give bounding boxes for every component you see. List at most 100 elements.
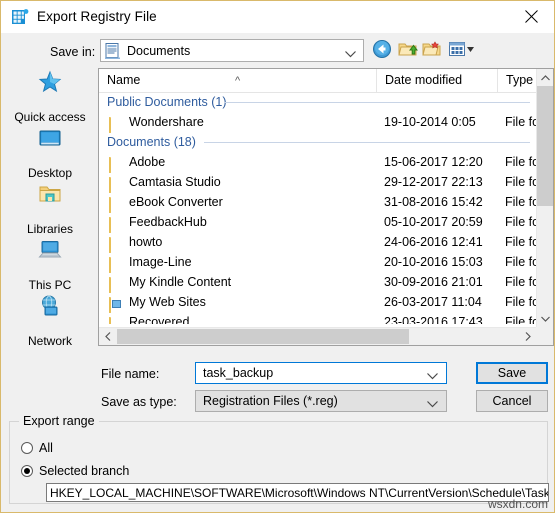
file-type: File fol <box>505 315 536 324</box>
scroll-left-icon[interactable] <box>99 328 116 345</box>
file-name-value: task_backup <box>203 366 274 380</box>
file-name: My Kindle Content <box>129 275 232 289</box>
export-registry-file-dialog: Export Registry File Save in: Documents <box>0 0 555 513</box>
column-label: Name <box>107 73 141 87</box>
window-title: Export Registry File <box>37 9 157 24</box>
scroll-up-icon[interactable] <box>537 69 553 86</box>
place-this-pc[interactable]: This PC <box>6 236 94 292</box>
title-bar: Export Registry File <box>1 1 554 34</box>
table-row[interactable]: Camtasia Studio 29-12-2017 22:13 File fo… <box>99 172 536 193</box>
star-icon <box>38 70 62 94</box>
views-button[interactable] <box>448 39 478 62</box>
save-as-type-select[interactable]: Registration Files (*.reg) <box>195 390 447 412</box>
save-as-type-label: Save as type: <box>101 395 177 409</box>
radio-selected-icon <box>21 465 33 477</box>
folder-icon <box>109 255 124 273</box>
file-date: 19-10-2014 0:05 <box>384 115 476 129</box>
place-libraries[interactable]: Libraries <box>6 180 94 236</box>
file-date: 30-09-2016 21:01 <box>384 275 483 289</box>
table-row[interactable]: Wondershare 19-10-2014 0:05 File fol <box>99 112 536 133</box>
file-type: File fol <box>505 235 536 249</box>
file-date: 31-08-2016 15:42 <box>384 195 483 209</box>
file-name: FeedbackHub <box>129 215 207 229</box>
table-row[interactable]: Image-Line 20-10-2016 15:03 File fol <box>99 252 536 273</box>
horizontal-scrollbar[interactable] <box>99 327 536 345</box>
place-label: Desktop <box>27 166 73 180</box>
close-button[interactable] <box>508 1 554 32</box>
place-label: Libraries <box>26 222 74 236</box>
table-row[interactable]: Adobe 15-06-2017 12:20 File fol <box>99 152 536 173</box>
group-rule <box>224 102 530 103</box>
file-type: File fol <box>505 215 536 229</box>
back-button[interactable] <box>372 39 396 62</box>
chevron-down-icon <box>345 47 356 61</box>
file-date: 26-03-2017 11:04 <box>384 295 482 309</box>
file-type: File fol <box>505 295 536 309</box>
folder-icon <box>109 175 124 193</box>
branch-path-value: HKEY_LOCAL_MACHINE\SOFTWARE\Microsoft\Wi… <box>50 486 549 500</box>
radio-all-label: All <box>39 441 53 455</box>
file-name: Recovered <box>129 315 190 324</box>
folder-icon <box>109 235 124 253</box>
file-type: File fol <box>505 155 536 169</box>
table-row[interactable]: My Kindle Content 30-09-2016 21:01 File … <box>99 272 536 293</box>
cancel-button[interactable]: Cancel <box>476 390 548 412</box>
column-header-row: Name ^ Date modified Type <box>99 69 553 93</box>
horizontal-scrollbar-thumb[interactable] <box>117 329 409 344</box>
column-label: Type <box>506 73 534 87</box>
save-in-combo[interactable]: Documents <box>100 39 364 62</box>
computer-icon <box>38 238 62 262</box>
export-range-title: Export range <box>19 414 99 428</box>
file-name: Camtasia Studio <box>129 175 221 189</box>
file-list-panel: Name ^ Date modified Type Public Documen… <box>98 68 554 346</box>
column-label: Date modified <box>385 73 463 87</box>
group-rule <box>204 142 530 143</box>
table-row[interactable]: howto 24-06-2016 12:41 File fol <box>99 232 536 253</box>
up-one-level-button[interactable] <box>398 39 422 62</box>
monitor-icon <box>38 126 62 150</box>
file-name: Wondershare <box>129 115 204 129</box>
file-date: 15-06-2017 12:20 <box>384 155 483 169</box>
file-name-input[interactable]: task_backup <box>195 362 447 384</box>
place-quick-access[interactable]: Quick access <box>6 68 94 124</box>
table-row[interactable]: FeedbackHub 05-10-2017 20:59 File fol <box>99 212 536 233</box>
documents-folder-icon <box>105 43 120 59</box>
group-header[interactable]: Documents (18) <box>99 132 536 152</box>
registry-icon <box>12 9 29 25</box>
save-as-type-value: Registration Files (*.reg) <box>203 394 338 408</box>
radio-icon <box>21 442 33 454</box>
column-header-date-modified[interactable]: Date modified <box>376 69 497 92</box>
save-in-value: Documents <box>127 44 191 58</box>
vertical-scrollbar-thumb[interactable] <box>537 86 553 206</box>
place-desktop[interactable]: Desktop <box>6 124 94 180</box>
file-date: 20-10-2016 15:03 <box>384 255 483 269</box>
file-name-label: File name: <box>101 367 160 381</box>
table-row[interactable]: My Web Sites 26-03-2017 11:04 File fol <box>99 292 536 313</box>
place-network[interactable]: Network <box>6 292 94 348</box>
table-row[interactable]: eBook Converter 31-08-2016 15:42 File fo… <box>99 192 536 213</box>
places-bar: Quick access Desktop Libraries This PC N… <box>6 68 94 348</box>
save-in-label: Save in: <box>50 45 96 59</box>
file-type: File fol <box>505 275 536 289</box>
place-label: Quick access <box>14 110 86 124</box>
chevron-down-icon[interactable] <box>427 397 438 411</box>
scroll-right-icon[interactable] <box>519 328 536 345</box>
branch-path-input[interactable]: HKEY_LOCAL_MACHINE\SOFTWARE\Microsoft\Wi… <box>46 483 549 502</box>
group-header[interactable]: Public Documents (1) <box>99 92 536 112</box>
scroll-down-icon[interactable] <box>537 310 553 327</box>
vertical-scrollbar[interactable] <box>536 69 553 345</box>
sort-ascending-icon: ^ <box>235 75 241 87</box>
file-type: File fol <box>505 255 536 269</box>
file-date: 24-06-2016 12:41 <box>384 235 483 249</box>
table-row[interactable]: Recovered 23-03-2016 17:43 File fol <box>99 312 536 324</box>
place-label: This PC <box>28 278 72 292</box>
chevron-down-icon[interactable] <box>427 369 438 383</box>
file-name: My Web Sites <box>129 295 206 309</box>
new-folder-button[interactable] <box>422 39 446 62</box>
group-header-label: Documents (18) <box>107 135 196 149</box>
radio-selected-branch-label: Selected branch <box>39 464 130 478</box>
file-name: Adobe <box>129 155 166 169</box>
column-header-name[interactable]: Name ^ <box>99 69 376 92</box>
file-name: Image-Line <box>129 255 192 269</box>
save-button[interactable]: Save <box>476 362 548 384</box>
